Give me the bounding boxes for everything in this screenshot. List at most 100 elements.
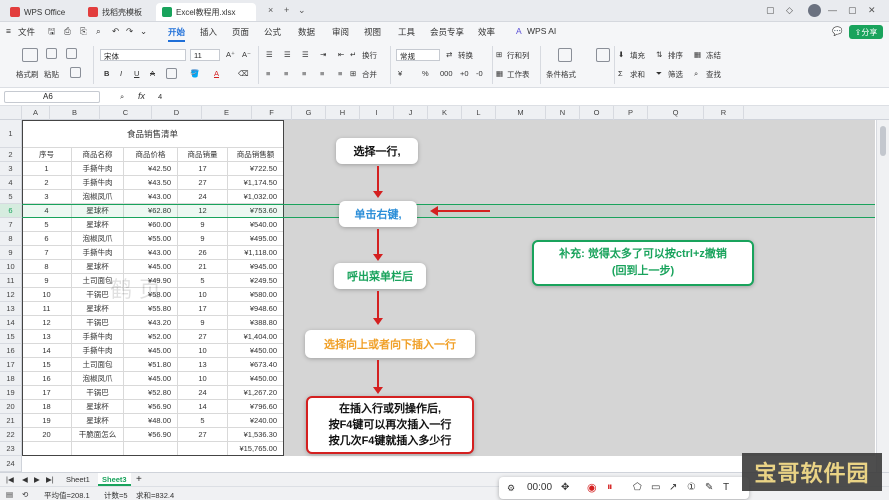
row-header-4[interactable]: 4 bbox=[0, 176, 22, 190]
table-cell[interactable]: ¥55.80 bbox=[124, 302, 178, 316]
table-cell[interactable]: ¥249.50 bbox=[228, 274, 284, 288]
align-bottom-icon[interactable]: ☰ bbox=[302, 50, 309, 59]
strikethrough-icon[interactable]: A bbox=[150, 69, 155, 78]
cube-icon[interactable]: ◇ bbox=[786, 5, 793, 16]
table-cell[interactable]: 1 bbox=[22, 162, 72, 176]
cut-icon[interactable] bbox=[46, 48, 57, 59]
table-cell[interactable]: ¥56.90 bbox=[124, 400, 178, 414]
scrollbar-thumb[interactable] bbox=[880, 126, 886, 156]
table-cell[interactable]: ¥1,536.30 bbox=[228, 428, 284, 442]
thousands-icon[interactable]: 000 bbox=[440, 69, 453, 78]
maximize-icon[interactable]: ▢ bbox=[848, 5, 857, 16]
italic-icon[interactable]: I bbox=[120, 69, 122, 78]
redo-icon[interactable]: ↷ bbox=[126, 26, 133, 37]
table-cell[interactable]: 手撕牛肉 bbox=[72, 162, 124, 176]
conditional-format-icon[interactable] bbox=[558, 48, 572, 62]
row-header-3[interactable]: 3 bbox=[0, 162, 22, 176]
currency-icon[interactable]: ¥ bbox=[398, 69, 402, 78]
merge-button[interactable]: 合并 bbox=[362, 69, 377, 80]
preview-icon[interactable]: ⌕ bbox=[96, 26, 101, 37]
table-cell[interactable]: ¥240.00 bbox=[228, 414, 284, 428]
table-cell[interactable]: 5 bbox=[178, 414, 228, 428]
chevron-down-icon[interactable]: ⌄ bbox=[140, 26, 147, 37]
align-center-icon[interactable]: ≡ bbox=[284, 69, 288, 78]
tab-excel-file[interactable]: Excel教程用.xlsx bbox=[156, 3, 256, 21]
table-cell[interactable]: 星球杯 bbox=[72, 400, 124, 414]
table-cell[interactable]: 手撕牛肉 bbox=[72, 176, 124, 190]
table-cell[interactable]: ¥52.00 bbox=[124, 330, 178, 344]
menu-formula[interactable]: 公式 bbox=[264, 26, 281, 38]
row-header-15[interactable]: 15 bbox=[0, 330, 22, 344]
row-header-20[interactable]: 20 bbox=[0, 400, 22, 414]
close-window-icon[interactable]: ✕ bbox=[868, 5, 876, 16]
pen-icon[interactable]: ✎ bbox=[705, 482, 713, 493]
select-all-corner[interactable] bbox=[0, 106, 22, 120]
table-cell[interactable]: ¥45.00 bbox=[124, 344, 178, 358]
close-tab-icon[interactable]: × bbox=[268, 5, 273, 15]
table-cell[interactable]: 8 bbox=[22, 260, 72, 274]
table-cell[interactable]: 土司面包 bbox=[72, 358, 124, 372]
comment-icon[interactable]: 💬 bbox=[832, 26, 843, 37]
clear-format-icon[interactable]: ⌫ bbox=[238, 69, 249, 78]
freeze-button[interactable]: 冻结 bbox=[706, 50, 721, 61]
print-icon[interactable]: ⎘ bbox=[80, 26, 87, 37]
menu-member[interactable]: 会员专享 bbox=[430, 26, 464, 38]
table-cell[interactable]: ¥1,174.50 bbox=[228, 176, 284, 190]
table-cell[interactable]: 27 bbox=[178, 330, 228, 344]
first-sheet-icon[interactable]: |◀ bbox=[6, 475, 14, 484]
record-icon[interactable]: ◉ bbox=[587, 481, 597, 494]
paste-button[interactable]: 粘贴 bbox=[44, 69, 59, 80]
row-header-6[interactable]: 6 bbox=[0, 204, 22, 218]
column-header-j[interactable]: J bbox=[394, 106, 428, 120]
table-cell[interactable]: 9 bbox=[178, 218, 228, 232]
table-cell[interactable]: 14 bbox=[178, 400, 228, 414]
number-tool-icon[interactable]: ① bbox=[687, 482, 696, 493]
table-cell[interactable]: 14 bbox=[22, 344, 72, 358]
table-cell[interactable]: ¥43.00 bbox=[124, 190, 178, 204]
border-icon[interactable] bbox=[166, 68, 177, 79]
table-cell[interactable]: 15 bbox=[22, 358, 72, 372]
row-header-10[interactable]: 10 bbox=[0, 260, 22, 274]
column-header-m[interactable]: M bbox=[496, 106, 546, 120]
table-cell[interactable]: 13 bbox=[22, 330, 72, 344]
hamburger-icon[interactable]: ≡ bbox=[6, 26, 11, 36]
table-cell[interactable]: 9 bbox=[22, 274, 72, 288]
menu-efficiency[interactable]: 效率 bbox=[478, 26, 495, 38]
menu-review[interactable]: 审阅 bbox=[332, 26, 349, 38]
name-box[interactable]: A6 bbox=[4, 91, 100, 103]
table-cell[interactable]: 3 bbox=[22, 190, 72, 204]
table-cell[interactable]: 21 bbox=[178, 260, 228, 274]
row-header-5[interactable]: 5 bbox=[0, 190, 22, 204]
header-cell[interactable]: 商品销售额 bbox=[228, 148, 284, 162]
sheet-tab-sheet3[interactable]: Sheet3 bbox=[98, 473, 131, 486]
table-cell[interactable]: ¥45.00 bbox=[124, 372, 178, 386]
menu-data[interactable]: 数据 bbox=[298, 26, 315, 38]
save-icon[interactable]: 🖫 bbox=[48, 26, 55, 40]
table-cell[interactable]: ¥495.00 bbox=[228, 232, 284, 246]
sheet-tab-sheet1[interactable]: Sheet1 bbox=[66, 475, 90, 484]
table-cell[interactable]: ¥450.00 bbox=[228, 344, 284, 358]
table-cell[interactable]: ¥52.80 bbox=[124, 386, 178, 400]
table-cell[interactable]: 6 bbox=[22, 232, 72, 246]
align-right-icon[interactable]: ≡ bbox=[302, 69, 306, 78]
export-icon[interactable]: ⎙ bbox=[64, 26, 71, 37]
menu-insert[interactable]: 插入 bbox=[200, 26, 217, 38]
number-format-select[interactable]: 常规 bbox=[396, 49, 440, 61]
chevron-down-icon[interactable]: ⌄ bbox=[298, 5, 306, 16]
table-cell[interactable]: ¥56.90 bbox=[124, 428, 178, 442]
table-cell[interactable]: 2 bbox=[22, 176, 72, 190]
indent-icon[interactable]: ⇥ bbox=[320, 50, 326, 59]
table-cell[interactable]: ¥388.80 bbox=[228, 316, 284, 330]
fx-button[interactable]: fx bbox=[138, 91, 145, 101]
table-cell[interactable]: ¥1,267.20 bbox=[228, 386, 284, 400]
arrow-tool-icon[interactable]: ↗ bbox=[669, 482, 677, 493]
tab-template[interactable]: 找稻壳模板 bbox=[82, 3, 148, 21]
table-cell[interactable]: 手撕牛肉 bbox=[72, 330, 124, 344]
percent-icon[interactable]: % bbox=[422, 69, 429, 78]
row-col-button[interactable]: 行和列 bbox=[507, 50, 530, 61]
fill-color-icon[interactable]: 🪣 bbox=[190, 69, 199, 78]
column-header-q[interactable]: Q bbox=[648, 106, 704, 120]
column-header-a[interactable]: A bbox=[22, 106, 50, 120]
column-header-k[interactable]: K bbox=[428, 106, 462, 120]
row-header-13[interactable]: 13 bbox=[0, 302, 22, 316]
